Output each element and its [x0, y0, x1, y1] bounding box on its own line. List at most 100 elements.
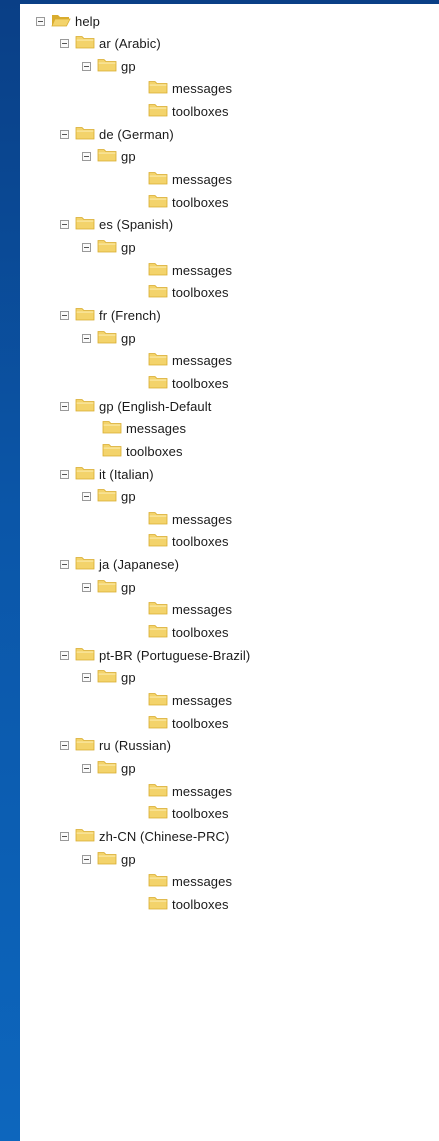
folder-icon	[75, 737, 99, 754]
collapse-toggle-icon[interactable]	[60, 310, 69, 320]
collapse-toggle-icon[interactable]	[82, 333, 91, 343]
collapse-toggle-icon[interactable]	[60, 650, 69, 660]
folder-icon	[97, 239, 121, 256]
collapse-toggle-icon[interactable]	[60, 560, 69, 570]
tree-item-toolboxes[interactable]: toolboxes	[148, 712, 229, 734]
folder-icon	[97, 148, 121, 165]
folder-label: messages	[172, 511, 233, 527]
tree-item-gp[interactable]: gp	[82, 327, 136, 349]
folder-label: gp	[121, 58, 136, 74]
tree-item-messages[interactable]: messages	[148, 259, 232, 281]
collapse-toggle-icon[interactable]	[60, 39, 69, 49]
folder-icon	[148, 873, 172, 890]
tree-item-messages[interactable]: messages	[102, 418, 186, 440]
tree-item-messages[interactable]: messages	[148, 780, 232, 802]
folder-icon	[102, 443, 126, 460]
folder-label: gp	[121, 579, 136, 595]
collapse-toggle-icon[interactable]	[82, 152, 91, 162]
collapse-toggle-icon[interactable]	[60, 220, 69, 230]
folder-icon	[148, 171, 172, 188]
folder-icon	[148, 284, 172, 301]
folder-label: toolboxes	[172, 194, 229, 210]
collapse-toggle-icon[interactable]	[60, 469, 69, 479]
collapse-toggle-icon[interactable]	[82, 243, 91, 252]
folder-icon	[75, 556, 99, 573]
folder-open-icon	[51, 13, 75, 30]
folder-label: de (German)	[99, 126, 174, 142]
tree-item-gp[interactable]: gp	[82, 576, 136, 598]
tree-item-gp[interactable]: gp	[82, 848, 136, 870]
tree-item-toolboxes[interactable]: toolboxes	[148, 191, 229, 213]
folder-label: toolboxes	[172, 715, 229, 731]
folder-label: toolboxes	[172, 104, 229, 120]
folder-icon	[148, 783, 172, 800]
tree-item-toolboxes[interactable]: toolboxes	[148, 893, 229, 915]
folder-label: messages	[172, 353, 233, 369]
tree-item-toolboxes[interactable]: toolboxes	[148, 372, 229, 394]
folder-icon	[75, 466, 99, 483]
tree-item-gp[interactable]: gp	[82, 55, 136, 77]
tree-item-messages[interactable]: messages	[148, 599, 232, 621]
folder-label: messages	[172, 262, 233, 278]
folder-icon	[148, 805, 172, 822]
tree-item-locale[interactable]: gp (English-Default	[60, 395, 211, 417]
collapse-toggle-icon[interactable]	[82, 673, 91, 683]
tree-item-help[interactable]: help	[36, 10, 100, 32]
tree-item-messages[interactable]: messages	[148, 169, 232, 191]
tree-item-messages[interactable]: messages	[148, 508, 232, 530]
collapse-toggle-icon[interactable]	[82, 582, 91, 592]
folder-label: fr (French)	[99, 307, 161, 323]
tree-item-locale[interactable]: ar (Arabic)	[60, 33, 161, 55]
folder-label: es (Spanish)	[99, 217, 174, 233]
collapse-toggle-icon[interactable]	[60, 741, 69, 751]
folder-label: messages	[126, 421, 187, 437]
folder-icon	[148, 352, 172, 369]
tree-item-toolboxes[interactable]: toolboxes	[148, 803, 229, 825]
folder-icon	[148, 375, 172, 392]
tree-item-toolboxes[interactable]: toolboxes	[102, 440, 183, 462]
tree-item-messages[interactable]: messages	[148, 350, 232, 372]
folder-label: toolboxes	[172, 625, 229, 641]
tree-item-toolboxes[interactable]: toolboxes	[148, 101, 229, 123]
folder-label: gp	[121, 240, 136, 255]
collapse-toggle-icon[interactable]	[60, 401, 69, 411]
tree-item-gp[interactable]: gp	[82, 486, 136, 508]
folder-label: toolboxes	[172, 534, 229, 550]
folder-label: toolboxes	[172, 896, 229, 912]
folder-label: messages	[172, 602, 233, 618]
folder-icon	[148, 692, 172, 709]
folder-tree-panel: help ar (Arabic) gp messages toolboxes de (Ge…	[20, 4, 439, 1141]
folder-icon	[148, 103, 172, 120]
tree-item-toolboxes[interactable]: toolboxes	[148, 531, 229, 553]
tree-item-locale[interactable]: fr (French)	[60, 304, 161, 326]
tree-item-gp[interactable]: gp	[82, 757, 136, 779]
collapse-toggle-icon[interactable]	[60, 129, 69, 139]
folder-icon	[148, 262, 172, 279]
tree-item-toolboxes[interactable]: toolboxes	[148, 282, 229, 304]
tree-item-locale[interactable]: it (Italian)	[60, 463, 154, 485]
collapse-toggle-icon[interactable]	[60, 831, 69, 841]
tree-item-locale[interactable]: de (German)	[60, 123, 174, 145]
tree-item-messages[interactable]: messages	[148, 871, 232, 893]
tree-item-messages[interactable]: messages	[148, 690, 232, 712]
folder-label: toolboxes	[126, 443, 183, 459]
tree-item-locale[interactable]: es (Spanish)	[60, 214, 173, 236]
folder-label: toolboxes	[172, 285, 229, 301]
folder-icon	[97, 330, 121, 347]
collapse-toggle-icon[interactable]	[82, 492, 91, 502]
tree-item-gp[interactable]: gp	[82, 146, 136, 168]
tree-item-locale[interactable]: zh-CN (Chinese-PRC)	[60, 825, 229, 847]
tree-item-gp[interactable]: gp	[82, 237, 136, 259]
folder-icon	[75, 35, 99, 52]
tree-item-locale[interactable]: ru (Russian)	[60, 735, 171, 757]
collapse-toggle-icon[interactable]	[82, 763, 91, 773]
collapse-toggle-icon[interactable]	[82, 854, 91, 864]
tree-item-messages[interactable]: messages	[148, 78, 232, 100]
tree-item-locale[interactable]: ja (Japanese)	[60, 554, 179, 576]
collapse-toggle-icon[interactable]	[36, 16, 45, 26]
tree-item-gp[interactable]: gp	[82, 667, 136, 689]
tree-item-toolboxes[interactable]: toolboxes	[148, 622, 229, 644]
folder-icon	[97, 760, 121, 777]
tree-item-locale[interactable]: pt-BR (Portuguese-Brazil)	[60, 644, 250, 666]
collapse-toggle-icon[interactable]	[82, 61, 91, 71]
